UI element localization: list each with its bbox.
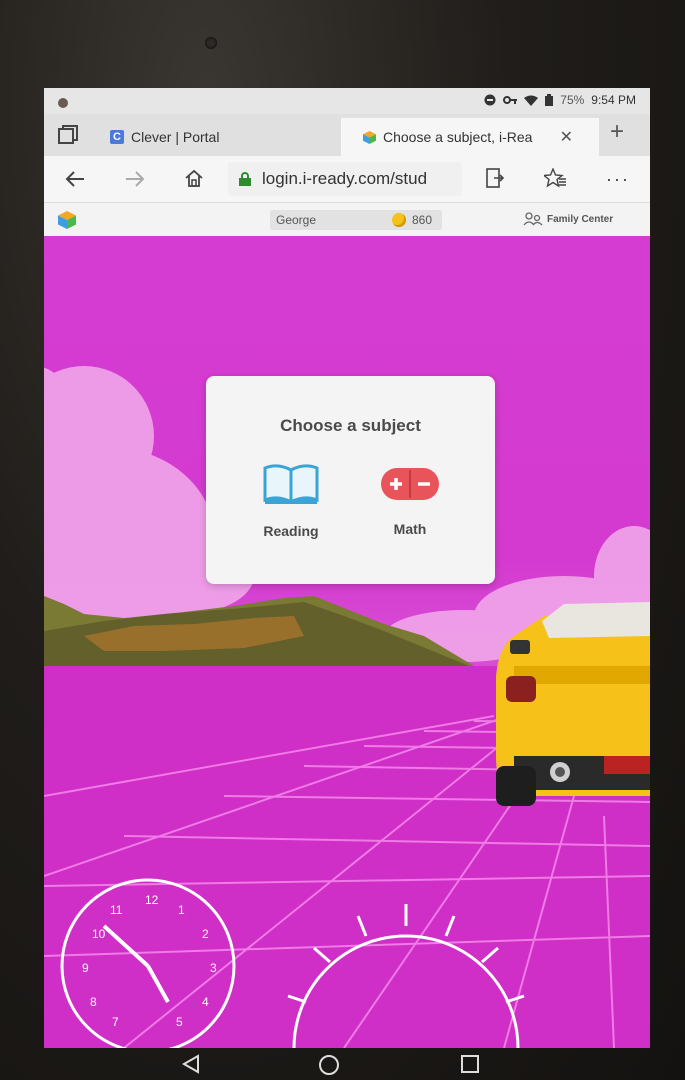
- dialog-title: Choose a subject: [280, 416, 421, 435]
- coin-icon: [392, 213, 406, 227]
- iready-toolbar: George 860 Family Center ›: [44, 202, 650, 237]
- coin-counter: 860: [392, 210, 432, 230]
- tab-switcher-icon[interactable]: [58, 125, 78, 145]
- reading-subject-button[interactable]: Reading: [251, 464, 331, 539]
- android-navigation-bar: [0, 1048, 685, 1080]
- scene-illustration: 1212 345 11109 87: [44, 366, 650, 1048]
- back-arrow-icon[interactable]: [64, 168, 86, 190]
- svg-text:4: 4: [202, 995, 209, 1009]
- new-tab-icon[interactable]: +: [610, 118, 624, 146]
- close-tab-icon[interactable]: ✕: [560, 127, 573, 147]
- notification-icon: [58, 98, 68, 108]
- svg-text:1: 1: [178, 903, 185, 917]
- wifi-icon: [524, 95, 539, 106]
- back-triangle-icon[interactable]: [182, 1054, 200, 1074]
- share-icon[interactable]: [486, 168, 504, 188]
- svg-text:11: 11: [110, 903, 123, 917]
- background-scene: 12 1 2 345 11 10 9 87 Choose a subject R…: [44, 236, 650, 1048]
- do-not-disturb-icon: [484, 94, 496, 106]
- chevron-right-icon[interactable]: ›: [649, 211, 650, 227]
- svg-text:9: 9: [82, 961, 89, 975]
- status-icons: 75% 9:54 PM: [484, 93, 636, 107]
- family-icon: [523, 212, 543, 226]
- svg-text:12: 12: [145, 893, 159, 907]
- lock-icon: [239, 172, 251, 186]
- tab-choose-subject[interactable]: Choose a subject, i-Rea ✕: [341, 118, 599, 156]
- browser-tab-bar: C Clever | Portal Choose a subject, i-Re…: [44, 114, 650, 156]
- address-bar: login.i-ready.com/stud ···: [44, 156, 650, 202]
- tab-title: Clever | Portal: [131, 129, 220, 145]
- reading-label: Reading: [263, 523, 319, 539]
- home-circle-icon[interactable]: [318, 1054, 340, 1076]
- clever-icon: C: [110, 130, 124, 144]
- svg-text:2: 2: [202, 927, 209, 941]
- forward-arrow-icon[interactable]: [124, 168, 146, 190]
- svg-text:8: 8: [90, 995, 97, 1009]
- math-subject-button[interactable]: Math: [370, 464, 450, 537]
- clock: 9:54 PM: [591, 93, 636, 107]
- device-screen: 75% 9:54 PM C Clever | Portal Choose a s…: [44, 88, 650, 1048]
- family-center-button[interactable]: Family Center: [523, 212, 613, 226]
- svg-text:5: 5: [176, 1015, 183, 1029]
- svg-text:7: 7: [112, 1015, 119, 1029]
- front-camera: [205, 37, 217, 49]
- student-name-text: George: [276, 213, 317, 227]
- math-label: Math: [393, 521, 427, 537]
- battery-percent: 75%: [560, 93, 585, 107]
- recents-square-icon[interactable]: [460, 1054, 480, 1074]
- coin-count: 860: [412, 213, 433, 227]
- home-icon[interactable]: [184, 168, 204, 188]
- choose-subject-dialog: Choose a subject Reading Math: [206, 376, 495, 584]
- iready-logo-icon[interactable]: [58, 211, 76, 229]
- url-field[interactable]: login.i-ready.com/stud: [228, 162, 462, 196]
- favorites-icon[interactable]: [544, 168, 566, 188]
- svg-text:10: 10: [92, 927, 106, 941]
- status-bar: 75% 9:54 PM: [44, 88, 650, 114]
- family-center-label: Family Center: [547, 213, 614, 225]
- iready-cube-icon: [363, 130, 376, 144]
- key-icon: [503, 96, 518, 104]
- tab-title: Choose a subject, i-Rea: [383, 129, 533, 145]
- more-menu-icon[interactable]: ···: [606, 168, 630, 190]
- battery-icon: [545, 94, 554, 106]
- tab-clever-portal[interactable]: C Clever | Portal: [110, 118, 330, 156]
- book-icon: [263, 464, 319, 504]
- svg-text:3: 3: [210, 961, 217, 975]
- url-text: login.i-ready.com/stud: [262, 169, 428, 188]
- plus-minus-icon: [381, 468, 439, 500]
